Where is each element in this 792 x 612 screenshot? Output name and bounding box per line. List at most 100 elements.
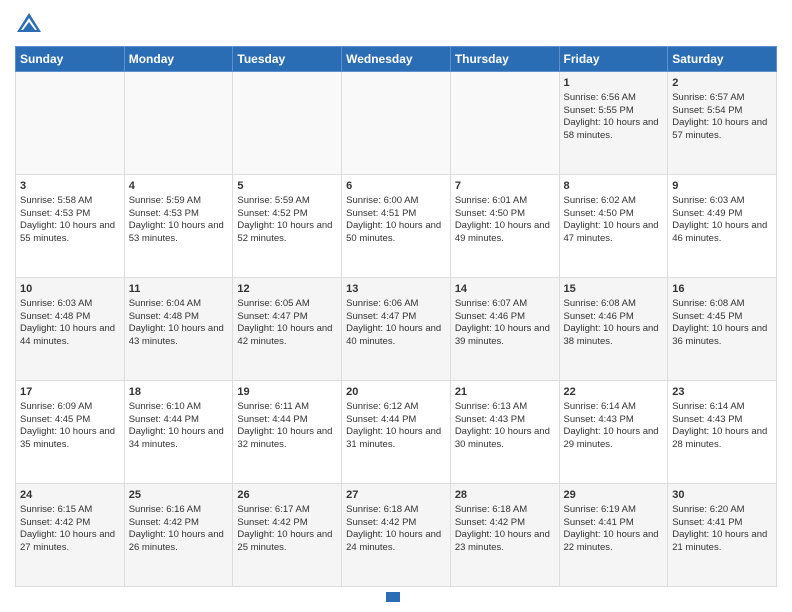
day-cell — [342, 72, 451, 175]
day-cell: 15Sunrise: 6:08 AMSunset: 4:46 PMDayligh… — [559, 278, 668, 381]
logo-icon — [15, 10, 43, 38]
day-info: Sunrise: 6:12 AM — [346, 401, 446, 414]
day-info: Sunset: 4:48 PM — [129, 311, 229, 324]
day-info: Daylight: 10 hours and 57 minutes. — [672, 117, 772, 143]
day-info: Sunrise: 6:02 AM — [564, 195, 664, 208]
day-info: Daylight: 10 hours and 50 minutes. — [346, 220, 446, 246]
day-info: Sunrise: 6:10 AM — [129, 401, 229, 414]
day-info: Sunset: 4:47 PM — [346, 311, 446, 324]
day-info: Sunrise: 6:13 AM — [455, 401, 555, 414]
day-info: Sunrise: 6:01 AM — [455, 195, 555, 208]
day-info: Daylight: 10 hours and 49 minutes. — [455, 220, 555, 246]
day-number: 5 — [237, 179, 337, 194]
day-info: Daylight: 10 hours and 38 minutes. — [564, 323, 664, 349]
week-row-3: 17Sunrise: 6:09 AMSunset: 4:45 PMDayligh… — [16, 381, 777, 484]
day-number: 30 — [672, 488, 772, 503]
day-info: Sunset: 5:55 PM — [564, 105, 664, 118]
day-cell: 27Sunrise: 6:18 AMSunset: 4:42 PMDayligh… — [342, 484, 451, 587]
day-info: Sunset: 4:41 PM — [564, 517, 664, 530]
day-info: Daylight: 10 hours and 31 minutes. — [346, 426, 446, 452]
day-cell: 2Sunrise: 6:57 AMSunset: 5:54 PMDaylight… — [668, 72, 777, 175]
day-cell: 13Sunrise: 6:06 AMSunset: 4:47 PMDayligh… — [342, 278, 451, 381]
day-info: Sunrise: 6:06 AM — [346, 298, 446, 311]
day-info: Daylight: 10 hours and 58 minutes. — [564, 117, 664, 143]
header-col-tuesday: Tuesday — [233, 47, 342, 72]
day-number: 6 — [346, 179, 446, 194]
day-info: Daylight: 10 hours and 23 minutes. — [455, 529, 555, 555]
day-info: Sunset: 4:42 PM — [346, 517, 446, 530]
header-col-thursday: Thursday — [450, 47, 559, 72]
day-number: 17 — [20, 385, 120, 400]
day-cell — [450, 72, 559, 175]
day-cell: 17Sunrise: 6:09 AMSunset: 4:45 PMDayligh… — [16, 381, 125, 484]
day-info: Sunset: 4:41 PM — [672, 517, 772, 530]
day-number: 14 — [455, 282, 555, 297]
day-cell: 10Sunrise: 6:03 AMSunset: 4:48 PMDayligh… — [16, 278, 125, 381]
day-info: Sunset: 4:45 PM — [20, 414, 120, 427]
week-row-1: 3Sunrise: 5:58 AMSunset: 4:53 PMDaylight… — [16, 175, 777, 278]
day-info: Sunset: 4:44 PM — [129, 414, 229, 427]
day-number: 4 — [129, 179, 229, 194]
day-number: 19 — [237, 385, 337, 400]
day-info: Sunrise: 6:15 AM — [20, 504, 120, 517]
day-cell — [16, 72, 125, 175]
day-number: 22 — [564, 385, 664, 400]
day-info: Sunset: 4:45 PM — [672, 311, 772, 324]
calendar-table: SundayMondayTuesdayWednesdayThursdayFrid… — [15, 46, 777, 587]
day-cell: 5Sunrise: 5:59 AMSunset: 4:52 PMDaylight… — [233, 175, 342, 278]
day-info: Sunrise: 6:20 AM — [672, 504, 772, 517]
day-info: Sunset: 4:50 PM — [455, 208, 555, 221]
day-cell: 1Sunrise: 6:56 AMSunset: 5:55 PMDaylight… — [559, 72, 668, 175]
day-number: 2 — [672, 76, 772, 91]
day-info: Daylight: 10 hours and 21 minutes. — [672, 529, 772, 555]
day-number: 25 — [129, 488, 229, 503]
day-cell: 8Sunrise: 6:02 AMSunset: 4:50 PMDaylight… — [559, 175, 668, 278]
week-row-2: 10Sunrise: 6:03 AMSunset: 4:48 PMDayligh… — [16, 278, 777, 381]
day-info: Sunset: 4:53 PM — [20, 208, 120, 221]
day-cell: 16Sunrise: 6:08 AMSunset: 4:45 PMDayligh… — [668, 278, 777, 381]
day-info: Daylight: 10 hours and 39 minutes. — [455, 323, 555, 349]
day-number: 28 — [455, 488, 555, 503]
day-info: Daylight: 10 hours and 34 minutes. — [129, 426, 229, 452]
day-number: 8 — [564, 179, 664, 194]
day-cell: 6Sunrise: 6:00 AMSunset: 4:51 PMDaylight… — [342, 175, 451, 278]
day-info: Sunrise: 6:14 AM — [672, 401, 772, 414]
day-info: Daylight: 10 hours and 43 minutes. — [129, 323, 229, 349]
day-info: Sunrise: 6:18 AM — [455, 504, 555, 517]
day-info: Daylight: 10 hours and 22 minutes. — [564, 529, 664, 555]
day-info: Sunset: 4:44 PM — [237, 414, 337, 427]
day-info: Sunset: 4:46 PM — [564, 311, 664, 324]
day-number: 7 — [455, 179, 555, 194]
day-info: Sunset: 4:42 PM — [455, 517, 555, 530]
header-col-saturday: Saturday — [668, 47, 777, 72]
day-info: Sunset: 4:43 PM — [455, 414, 555, 427]
day-cell: 4Sunrise: 5:59 AMSunset: 4:53 PMDaylight… — [124, 175, 233, 278]
day-info: Sunset: 4:50 PM — [564, 208, 664, 221]
day-cell: 29Sunrise: 6:19 AMSunset: 4:41 PMDayligh… — [559, 484, 668, 587]
day-info: Daylight: 10 hours and 36 minutes. — [672, 323, 772, 349]
day-info: Daylight: 10 hours and 35 minutes. — [20, 426, 120, 452]
day-number: 12 — [237, 282, 337, 297]
day-cell: 25Sunrise: 6:16 AMSunset: 4:42 PMDayligh… — [124, 484, 233, 587]
day-number: 20 — [346, 385, 446, 400]
day-info: Sunrise: 5:58 AM — [20, 195, 120, 208]
day-number: 16 — [672, 282, 772, 297]
day-info: Sunrise: 6:18 AM — [346, 504, 446, 517]
day-info: Daylight: 10 hours and 30 minutes. — [455, 426, 555, 452]
day-info: Sunset: 4:53 PM — [129, 208, 229, 221]
day-info: Daylight: 10 hours and 40 minutes. — [346, 323, 446, 349]
day-info: Daylight: 10 hours and 47 minutes. — [564, 220, 664, 246]
calendar-body: 1Sunrise: 6:56 AMSunset: 5:55 PMDaylight… — [16, 72, 777, 587]
day-info: Daylight: 10 hours and 32 minutes. — [237, 426, 337, 452]
day-info: Sunset: 4:52 PM — [237, 208, 337, 221]
header-row: SundayMondayTuesdayWednesdayThursdayFrid… — [16, 47, 777, 72]
day-info: Daylight: 10 hours and 42 minutes. — [237, 323, 337, 349]
day-info: Sunrise: 6:03 AM — [672, 195, 772, 208]
day-cell: 20Sunrise: 6:12 AMSunset: 4:44 PMDayligh… — [342, 381, 451, 484]
header-col-wednesday: Wednesday — [342, 47, 451, 72]
day-info: Sunset: 4:51 PM — [346, 208, 446, 221]
day-info: Sunrise: 5:59 AM — [237, 195, 337, 208]
day-cell: 22Sunrise: 6:14 AMSunset: 4:43 PMDayligh… — [559, 381, 668, 484]
day-info: Daylight: 10 hours and 24 minutes. — [346, 529, 446, 555]
day-info: Sunrise: 6:56 AM — [564, 92, 664, 105]
